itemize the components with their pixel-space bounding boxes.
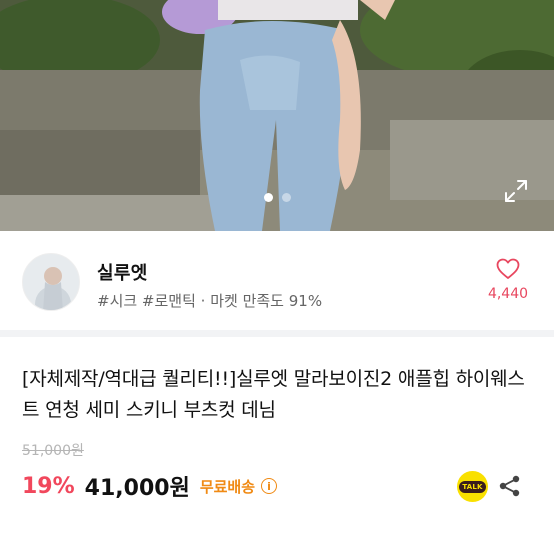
shop-tags: #시크 #로맨틱 · 마켓 만족도 91% (97, 292, 323, 310)
page-indicator (0, 193, 554, 202)
heart-icon (496, 258, 520, 279)
sale-price: 41,000원 (84, 476, 190, 501)
shop-info[interactable]: 실루엣 #시크 #로맨틱 · 마켓 만족도 91% 4,440 (0, 231, 554, 330)
section-divider (0, 330, 554, 337)
like-count: 4,440 (487, 286, 529, 302)
shop-avatar-image (23, 254, 79, 310)
original-price: 51,000원 (22, 443, 84, 459)
bottom-spacer (0, 532, 554, 554)
price-row: 19% 41,000원 무료배송 i (22, 470, 278, 502)
info-icon[interactable]: i (261, 478, 278, 494)
talk-icon: TALK (459, 480, 486, 493)
page-dot-active[interactable] (263, 193, 273, 202)
share-icon (499, 475, 520, 497)
avatar[interactable] (22, 253, 80, 311)
page-dot[interactable] (281, 193, 291, 202)
product-title: [자체제작/역대급 퀄리티!!]실루엣 말라보이진2 애플힙 하이웨스트 연청 … (22, 368, 525, 421)
discount-rate: 19% (22, 473, 75, 499)
expand-button[interactable] (503, 178, 529, 204)
product-image-carousel[interactable] (0, 0, 554, 231)
kakao-talk-button[interactable]: TALK (457, 471, 488, 502)
shop-name[interactable]: 실루엣 (97, 259, 148, 285)
share-button[interactable] (497, 473, 523, 499)
expand-icon (505, 180, 527, 202)
free-shipping-label: 무료배송 (199, 477, 256, 496)
like-button[interactable]: 4,440 (478, 258, 538, 302)
